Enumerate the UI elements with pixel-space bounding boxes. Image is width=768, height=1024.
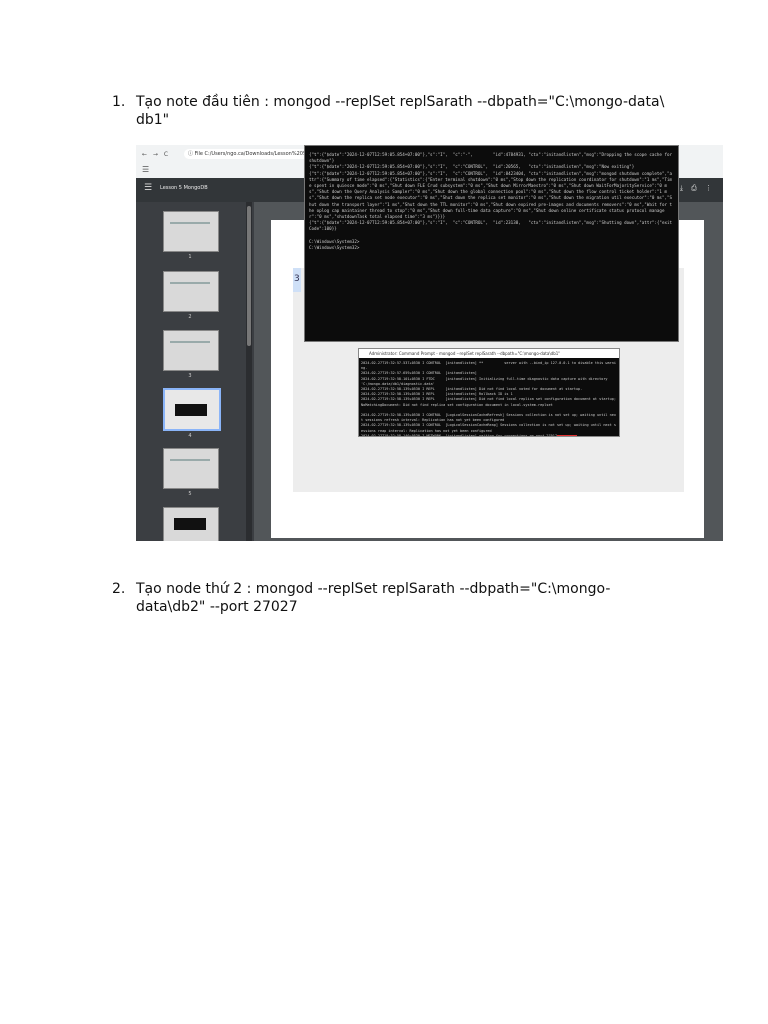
port-highlight-underline	[557, 435, 577, 436]
browser-nav-icons: ← → C	[142, 151, 171, 158]
step-text: Tạo node thứ 2 : mongod --replSet replSa…	[136, 581, 611, 615]
page-thumbnail	[163, 271, 219, 312]
console-output: 2024-02-27T19:32:57.537+0530 I CONTROL […	[361, 361, 616, 437]
hamburger-icon: ☰	[144, 183, 153, 193]
page-thumbnail	[163, 507, 219, 541]
step-text: Tạo note đầu tiên : mongod --replSet rep…	[136, 94, 665, 128]
command-prompt-window-small: Administrator: Command Prompt - mongod -…	[358, 348, 620, 437]
page-thumbnail	[163, 330, 219, 371]
page-thumbnail-active	[163, 388, 221, 431]
page-thumbnail	[163, 211, 219, 252]
command-prompt-window-main: {"t":{"$date":"2024-12-07T12:59:05.854+0…	[304, 145, 679, 342]
window-title: Administrator: Command Prompt - mongod -…	[359, 349, 619, 358]
pdf-tools-icons: ⤓ ⎙ ⋮	[679, 184, 715, 192]
thumbnail-label: 2	[188, 314, 192, 320]
thumbnail-sidebar: 1 2 3 4 5	[136, 202, 254, 541]
page-thumbnail	[163, 448, 219, 489]
console-output: {"t":{"$date":"2024-12-07T12:59:05.854+0…	[309, 152, 673, 251]
list-number: 2.	[112, 581, 126, 597]
thumbnail-label: 4	[188, 433, 192, 439]
embedded-screenshot: ← → C ⓘ File C:/Users/ngo.ca/Downloads/L…	[136, 145, 723, 541]
page-marker: 3	[294, 274, 300, 284]
list-number: 1.	[112, 94, 126, 110]
thumbnail-label: 3	[188, 373, 192, 379]
pdf-title: Lesson 5 MongoDB	[160, 185, 208, 191]
page-highlight: 3	[293, 268, 301, 292]
sidebar-scrollbar	[246, 202, 252, 541]
menu-icon: ☰	[142, 165, 150, 174]
thumbnail-label: 5	[188, 491, 192, 497]
thumbnail-label: 1	[188, 254, 192, 260]
